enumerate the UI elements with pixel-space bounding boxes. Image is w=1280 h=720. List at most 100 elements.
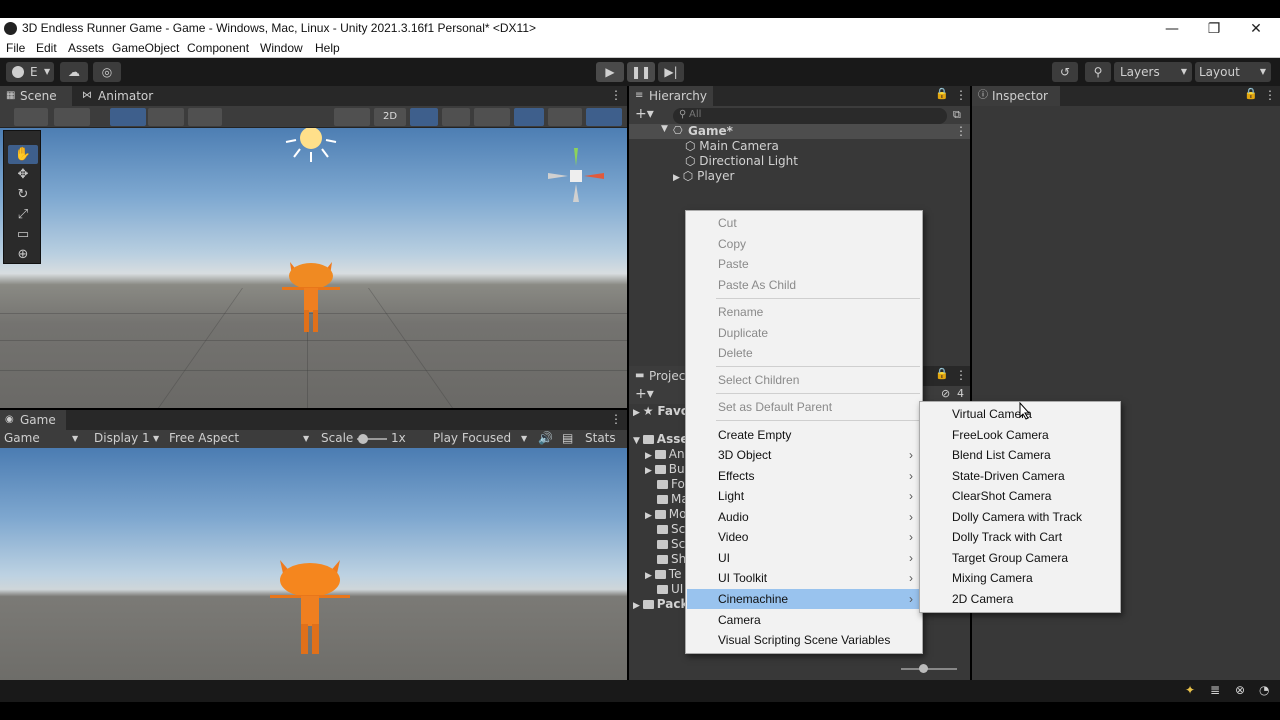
menu-component[interactable]: Component xyxy=(187,41,249,55)
play-focused-dropdown[interactable]: Play Focused xyxy=(433,431,511,445)
grid-toggle[interactable] xyxy=(110,108,146,126)
packages-row[interactable]: ▶ Pack xyxy=(633,597,688,611)
scene-visibility-icon[interactable]: ⧉ xyxy=(953,108,961,122)
layers-dropdown[interactable]: Layers ▼ xyxy=(1114,62,1192,82)
search-button[interactable]: ⚲ xyxy=(1085,62,1111,82)
display-dropdown[interactable]: Display 1 xyxy=(94,431,150,445)
game-mode-dropdown[interactable]: Game xyxy=(4,431,40,445)
assets-row[interactable]: ▼ Asse xyxy=(633,432,689,446)
shading-dropdown[interactable] xyxy=(14,108,48,126)
add-button[interactable]: +▾ xyxy=(635,106,654,122)
submenu-item-clearshot-camera[interactable]: ClearShot Camera xyxy=(921,486,1119,506)
menu-help[interactable]: Help xyxy=(315,41,340,55)
tab-game[interactable]: ◉ Game xyxy=(0,410,66,430)
folder-item[interactable]: Fo xyxy=(657,477,685,491)
history-button[interactable]: ↺ xyxy=(1052,62,1078,82)
menu-gameobject[interactable]: GameObject xyxy=(112,41,179,55)
zoom-slider-thumb[interactable] xyxy=(919,664,928,673)
folder-item[interactable]: UI xyxy=(657,582,683,596)
stack-icon[interactable]: ≣ xyxy=(1210,683,1220,697)
submenu-item-dolly-track-with-cart[interactable]: Dolly Track with Cart xyxy=(921,527,1119,547)
tab-inspector[interactable]: ⓘ Inspector xyxy=(972,86,1060,106)
folder-item[interactable]: Sh xyxy=(657,552,686,566)
maximize-button[interactable]: ❐ xyxy=(1194,18,1234,40)
hierarchy-item[interactable]: ▶ ⬡ Player xyxy=(673,169,734,183)
submenu-item-target-group-camera[interactable]: Target Group Camera xyxy=(921,548,1119,568)
play-button[interactable]: ▶ xyxy=(596,62,624,82)
rect-tool-button[interactable]: ▭ xyxy=(8,225,38,244)
menu-item-duplicate[interactable]: Duplicate xyxy=(687,323,921,343)
menu-item-visual-scripting-scene-variables[interactable]: Visual Scripting Scene Variables xyxy=(687,630,921,650)
folder-item[interactable]: Ma xyxy=(657,492,689,506)
expand-arrow-icon[interactable]: ▼ xyxy=(661,124,668,134)
stats-button[interactable]: Stats xyxy=(585,431,616,445)
snap-dropdown[interactable] xyxy=(148,108,184,126)
menu-item-rename[interactable]: Rename xyxy=(687,302,921,322)
player-character[interactable] xyxy=(278,260,344,336)
scale-slider-thumb[interactable] xyxy=(358,434,368,444)
lock-icon[interactable]: 🔒 xyxy=(935,87,949,100)
submenu-item-freelook-camera[interactable]: FreeLook Camera xyxy=(921,425,1119,445)
menu-item-select-children[interactable]: Select Children xyxy=(687,370,921,390)
menu-item-create-empty[interactable]: Create Empty xyxy=(687,425,921,445)
hand-tool-button[interactable]: ✋ xyxy=(8,145,38,164)
layout-dropdown[interactable]: Layout ▼ xyxy=(1195,62,1271,82)
more-options-icon[interactable]: ⋮ xyxy=(955,124,967,138)
menu-item-camera[interactable]: Camera xyxy=(687,610,921,630)
step-button[interactable]: ▶| xyxy=(658,62,684,82)
menu-item-cinemachine[interactable]: Cinemachine › xyxy=(687,589,921,609)
folder-item[interactable]: ▶ An xyxy=(645,447,685,461)
hierarchy-item[interactable]: ⬡ Directional Light xyxy=(685,154,798,168)
2d-toggle[interactable]: 2D xyxy=(374,108,406,126)
submenu-item-blend-list-camera[interactable]: Blend List Camera xyxy=(921,445,1119,465)
folder-item[interactable]: Sc xyxy=(657,522,685,536)
menu-item-light[interactable]: Light › xyxy=(687,486,921,506)
more-options-icon[interactable]: ⋮ xyxy=(955,368,967,382)
menu-item-delete[interactable]: Delete xyxy=(687,343,921,363)
lock-icon[interactable]: 🔒 xyxy=(1244,87,1258,100)
folder-item[interactable]: ▶ Bu xyxy=(645,462,685,476)
directional-light-gizmo[interactable] xyxy=(280,128,342,170)
hierarchy-item[interactable]: ⬡ Main Camera xyxy=(685,139,779,153)
menu-edit[interactable]: Edit xyxy=(36,41,57,55)
search-input[interactable]: ⚲ All xyxy=(673,108,947,124)
folder-item[interactable]: Sc xyxy=(657,537,685,551)
account-button[interactable]: E ▼ xyxy=(6,62,54,82)
scale-tool-button[interactable]: ⤢ xyxy=(8,205,38,224)
close-button[interactable]: ✕ xyxy=(1236,18,1276,40)
tab-hierarchy[interactable]: ≡ Hierarchy xyxy=(629,86,713,106)
hidden-packages-icon[interactable]: ⊘ xyxy=(941,387,950,400)
lighting-toggle[interactable] xyxy=(410,108,438,126)
submenu-item-2d-camera[interactable]: 2D Camera xyxy=(921,589,1119,609)
collab-button[interactable]: ◎ xyxy=(93,62,121,82)
more-options-icon[interactable]: ⋮ xyxy=(610,88,622,102)
cloud-button[interactable]: ☁ xyxy=(60,62,88,82)
effects-dropdown[interactable] xyxy=(474,108,510,126)
pause-button[interactable]: ❚❚ xyxy=(627,62,655,82)
menu-item-set-default-parent[interactable]: Set as Default Parent xyxy=(687,397,921,417)
menu-item-video[interactable]: Video › xyxy=(687,527,921,547)
lock-icon[interactable]: 🔒 xyxy=(935,367,949,380)
global-dropdown[interactable] xyxy=(334,108,370,126)
debug-icon[interactable]: ⊗ xyxy=(1235,683,1245,697)
menu-item-paste-as-child[interactable]: Paste As Child xyxy=(687,275,921,295)
aspect-dropdown[interactable]: Free Aspect xyxy=(169,431,239,445)
add-button[interactable]: +▾ xyxy=(635,386,654,402)
menu-item-cut[interactable]: Cut xyxy=(687,213,921,233)
minimize-button[interactable]: — xyxy=(1152,18,1192,40)
more-options-icon[interactable]: ⋮ xyxy=(610,412,622,426)
menu-item-copy[interactable]: Copy xyxy=(687,234,921,254)
camera-dropdown[interactable] xyxy=(548,108,582,126)
menu-item-3d-object[interactable]: 3D Object › xyxy=(687,445,921,465)
folder-item[interactable]: ▶ Te xyxy=(645,567,681,581)
menu-item-effects[interactable]: Effects › xyxy=(687,466,921,486)
folder-item[interactable]: ▶ Mo xyxy=(645,507,687,521)
audio-toggle[interactable] xyxy=(442,108,470,126)
transform-tool-button[interactable]: ⊕ xyxy=(8,245,38,264)
visibility-toggle[interactable] xyxy=(514,108,544,126)
move-tool-button[interactable]: ✥ xyxy=(8,165,38,184)
draw-mode-dropdown[interactable] xyxy=(54,108,90,126)
game-viewport[interactable] xyxy=(0,448,627,680)
scene-root-row[interactable]: ▼ ⎔ Game* ⋮ xyxy=(629,124,970,139)
increment-dropdown[interactable] xyxy=(188,108,222,126)
